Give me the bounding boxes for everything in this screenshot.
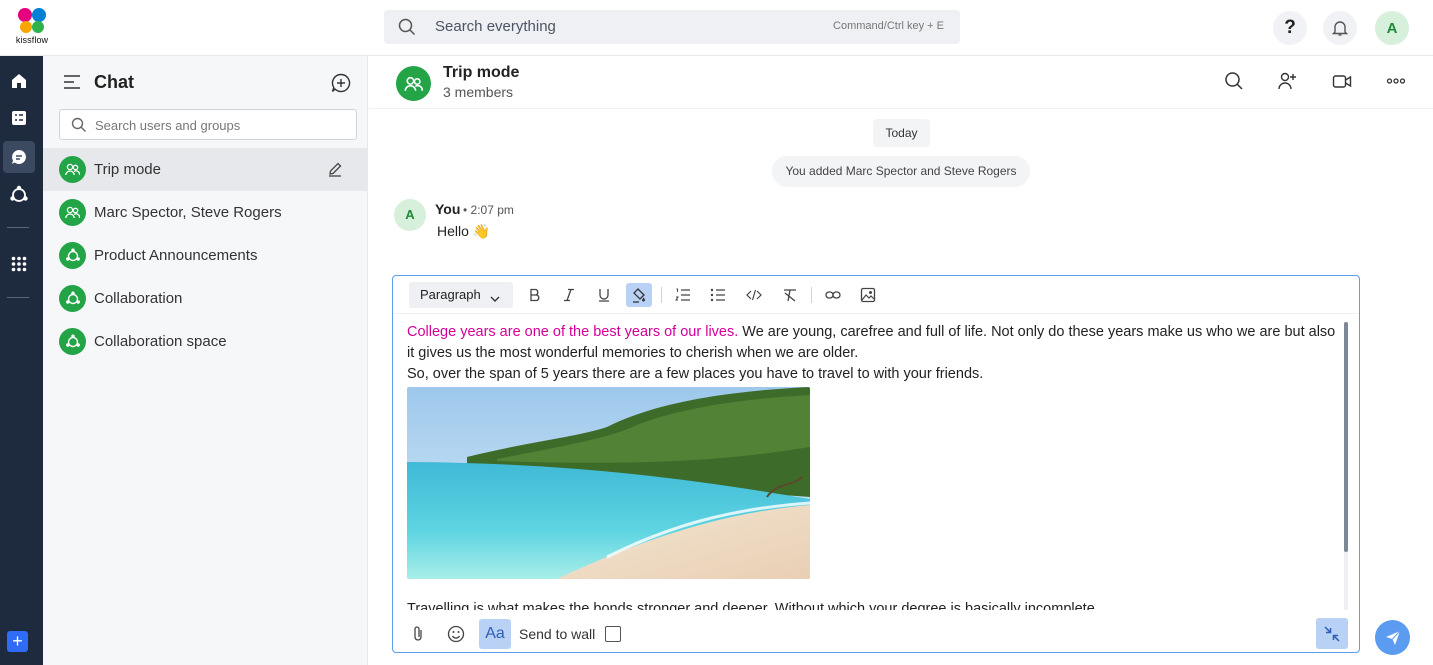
- chat-icon[interactable]: [3, 141, 35, 173]
- chat-item-marc-steve[interactable]: Marc Spector, Steve Rogers: [43, 191, 368, 234]
- send-button[interactable]: [1375, 620, 1410, 655]
- italic-icon[interactable]: [556, 283, 582, 307]
- editor-content[interactable]: College years are one of the best years …: [407, 322, 1337, 610]
- date-divider: Today: [873, 119, 930, 147]
- toolbar-divider: [661, 287, 662, 303]
- code-icon[interactable]: [741, 283, 767, 307]
- butterfly-icon: [18, 8, 46, 33]
- tasks-icon[interactable]: [3, 102, 35, 134]
- underline-icon[interactable]: [591, 283, 617, 307]
- message-time: • 2:07 pm: [463, 203, 514, 217]
- paragraph-style-select[interactable]: Paragraph: [409, 282, 513, 308]
- editor-scrollbar-thumb[interactable]: [1344, 322, 1348, 552]
- chat-item-name: Marc Spector, Steve Rogers: [94, 204, 282, 221]
- search-placeholder: Search everything: [435, 18, 556, 35]
- chat-item-name: Trip mode: [94, 161, 161, 178]
- emoji-icon[interactable]: [445, 619, 467, 649]
- search-icon: [71, 117, 87, 138]
- home-icon[interactable]: [3, 65, 35, 97]
- message-author[interactable]: You: [435, 201, 460, 217]
- search-icon: [398, 18, 416, 41]
- editor-paragraph: College years are one of the best years …: [407, 322, 1337, 364]
- nav-divider: [7, 227, 29, 228]
- chat-item-name: Collaboration space: [94, 333, 227, 350]
- chat-search-input[interactable]: Search users and groups: [59, 109, 357, 140]
- global-search[interactable]: Search everything Command/Ctrl key + E: [384, 10, 960, 44]
- chat-item-product-announcements[interactable]: Product Announcements: [43, 234, 368, 277]
- beach-image[interactable]: [407, 387, 810, 579]
- toolbar-divider: [811, 287, 812, 303]
- group-icon: [59, 156, 86, 183]
- editor-toolbar: Paragraph: [393, 276, 1359, 314]
- channel-icon: [59, 328, 86, 355]
- edit-icon[interactable]: [327, 161, 343, 182]
- send-icon: [1385, 630, 1400, 645]
- highlight-color-icon[interactable]: [626, 283, 652, 307]
- chat-item-name: Product Announcements: [94, 247, 258, 264]
- editor-line: Travelling is what makes the bonds stron…: [407, 601, 1099, 610]
- add-button[interactable]: +: [7, 631, 28, 652]
- paragraph-style-label: Paragraph: [420, 287, 481, 302]
- bullet-list-icon[interactable]: [705, 283, 731, 307]
- format-toggle-button[interactable]: Aa: [479, 619, 511, 649]
- kissflow-logo[interactable]: kissflow: [13, 7, 51, 47]
- avatar[interactable]: A: [394, 199, 426, 231]
- conversation-title[interactable]: Trip mode: [443, 64, 519, 82]
- group-icon: [396, 66, 431, 101]
- group-icon: [59, 199, 86, 226]
- chat-item-name: Collaboration: [94, 290, 183, 307]
- channel-icon: [59, 285, 86, 312]
- message-text: Hello 👋: [437, 223, 491, 239]
- collapse-editor-button[interactable]: [1316, 618, 1348, 649]
- search-shortcut-hint: Command/Ctrl key + E: [833, 20, 944, 32]
- chat-search-placeholder: Search users and groups: [95, 118, 241, 133]
- attachment-icon[interactable]: [408, 619, 428, 649]
- message-editor[interactable]: Paragraph College years are one of the b…: [392, 275, 1360, 653]
- conversation-header: Trip mode 3 members: [369, 56, 1433, 109]
- chevron-down-icon: [489, 288, 501, 314]
- video-call-icon[interactable]: [1332, 71, 1352, 96]
- search-icon[interactable]: [1224, 71, 1244, 96]
- send-to-wall-checkbox[interactable]: [605, 626, 621, 642]
- channel-icon: [59, 242, 86, 269]
- image-icon[interactable]: [855, 283, 881, 307]
- bell-icon: [1331, 21, 1349, 36]
- chat-item-trip-mode[interactable]: Trip mode: [43, 148, 368, 191]
- menu-icon[interactable]: [63, 75, 81, 94]
- editor-line: So, over the span of 5 years there are a…: [407, 366, 984, 382]
- logo-text: kissflow: [15, 35, 49, 45]
- left-navigation: +: [0, 56, 43, 665]
- chat-item-collaboration[interactable]: Collaboration: [43, 277, 368, 320]
- nav-divider: [7, 297, 29, 298]
- send-to-wall-label: Send to wall: [519, 626, 596, 642]
- member-count[interactable]: 3 members: [443, 84, 513, 100]
- collapse-icon: [1324, 625, 1340, 642]
- clear-format-icon[interactable]: [777, 283, 803, 307]
- help-button[interactable]: ?: [1273, 11, 1307, 45]
- top-bar: kissflow Search everything Command/Ctrl …: [0, 0, 1433, 56]
- new-chat-icon[interactable]: [331, 73, 351, 98]
- bold-icon[interactable]: [522, 283, 548, 307]
- chat-list-panel: Chat Search users and groups Trip mode M…: [43, 56, 368, 665]
- apps-icon[interactable]: [3, 248, 35, 280]
- more-options-icon[interactable]: [1386, 71, 1406, 96]
- chat-item-collaboration-space[interactable]: Collaboration space: [43, 320, 368, 363]
- highlighted-text: College years are one of the best years …: [407, 324, 739, 340]
- link-icon[interactable]: [820, 283, 846, 307]
- chat-title: Chat: [94, 72, 134, 92]
- notifications-button[interactable]: [1323, 11, 1357, 45]
- add-member-icon[interactable]: [1277, 71, 1297, 96]
- community-icon[interactable]: [3, 179, 35, 211]
- system-message: You added Marc Spector and Steve Rogers: [772, 156, 1030, 187]
- user-avatar[interactable]: A: [1375, 11, 1409, 45]
- ordered-list-icon[interactable]: [670, 283, 696, 307]
